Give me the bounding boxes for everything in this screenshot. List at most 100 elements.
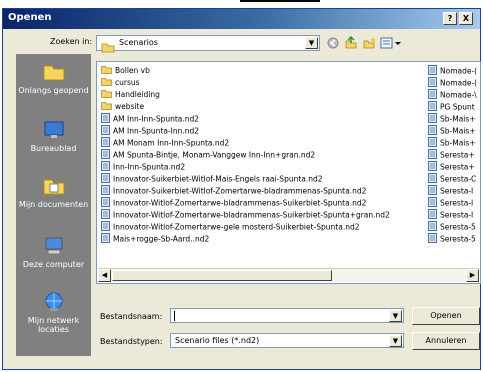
up-folder-icon[interactable] (344, 35, 358, 51)
file-name: Innovator-Witlof-Zomertarwe-gele mosterd… (113, 222, 360, 232)
file-row[interactable]: Seresta-5 (428, 233, 476, 244)
file-name: Innovator-Witlof-Zomertarwe-bladrammenas… (113, 198, 367, 208)
file-row[interactable]: Nomade-( (428, 77, 477, 88)
computer-icon (16, 236, 91, 258)
network-globe-icon (16, 292, 91, 314)
new-folder-icon[interactable] (362, 35, 376, 51)
file-row[interactable]: Seresta-I (428, 185, 473, 196)
place-computer-label: Deze computer (22, 260, 85, 269)
filetype-select[interactable]: Scenario files (*.nd2) ▼ (170, 333, 404, 348)
file-row[interactable]: Nomade-\ (428, 89, 477, 100)
file-name: Mais+rogge-Sb-Aard..nd2 (113, 234, 210, 244)
documents-folder-icon (16, 176, 91, 198)
folder-icon (101, 65, 112, 77)
file-name: Inn-Inn-Spunta.nd2 (113, 162, 186, 172)
file-row[interactable]: Seresta-C (428, 173, 476, 184)
file-name: Seresta+ (440, 162, 475, 172)
file-row[interactable]: Innovator-Suikerbiet-Witlof-Mais-Engels … (101, 173, 323, 184)
file-name: AM Monam Inn-Inn-Spunta.nd2 (113, 138, 230, 148)
lookin-value: Scenarios (119, 38, 158, 47)
file-row[interactable]: cursus (101, 77, 140, 88)
file-row[interactable]: Sb-Mais+ (428, 125, 476, 136)
file-row[interactable]: Seresta+ (428, 149, 475, 160)
scroll-right-icon[interactable]: ▶ (466, 269, 479, 282)
file-row[interactable]: website (101, 101, 144, 112)
file-name: AM Inn-Inn-Spunta.nd2 (113, 114, 200, 124)
file-row[interactable]: AM Inn-Inn-Spunta.nd2 (101, 113, 199, 124)
file-name: Sb-Mais+ (440, 138, 476, 148)
horizontal-scrollbar[interactable]: ◀ ▶ (98, 268, 479, 282)
file-name: Seresta-5 (440, 234, 476, 244)
file-name: Innovator-Suikerbiet-Witlof-Zomertarwe-b… (113, 186, 367, 196)
scroll-thumb[interactable] (112, 270, 332, 281)
file-icon (428, 233, 437, 246)
file-row[interactable]: Innovator-Witlof-Zomertarwe-bladrammenas… (101, 209, 390, 220)
cancel-button[interactable]: Annuleren (412, 332, 480, 350)
file-row[interactable]: PG Spunt (428, 101, 475, 112)
file-name: Innovator-Suikerbiet-Witlof-Mais-Engels … (113, 174, 323, 184)
place-network[interactable]: Mijn netwerk locaties (16, 292, 91, 334)
file-row[interactable]: Seresta-5 (428, 221, 476, 232)
place-recent[interactable]: Onlangs geopend (16, 62, 91, 95)
file-name: Seresta-C (440, 174, 477, 184)
open-dialog: Openen ? X Zoeken in: Scenarios ▼ Onlang… (2, 8, 481, 370)
help-button[interactable]: ? (443, 12, 457, 25)
file-row[interactable]: AM Inn-Spunta-Inn.nd2 (101, 125, 199, 136)
file-name: Nomade-\ (440, 90, 477, 100)
file-row[interactable]: Seresta-I (428, 197, 473, 208)
dialog-title: Openen (8, 12, 52, 23)
filetype-dropdown-icon[interactable]: ▼ (389, 335, 402, 347)
file-row[interactable]: Sb-Mais+ (428, 113, 476, 124)
open-button[interactable]: Openen (412, 307, 480, 325)
top-rule (240, 0, 320, 2)
file-icon (101, 233, 110, 246)
filename-label: Bestandsnaam: (100, 312, 163, 321)
file-row[interactable]: Seresta-I (428, 209, 473, 220)
file-row[interactable]: Handleiding (101, 89, 160, 100)
file-row[interactable]: Seresta+ (428, 161, 475, 172)
lookin-dropdown[interactable]: Scenarios ▼ (96, 35, 320, 53)
file-name: Innovator-Witlof-Zomertarwe-bladrammenas… (113, 210, 390, 220)
back-icon[interactable] (326, 35, 340, 51)
chevron-down-icon[interactable]: ▼ (305, 37, 318, 49)
place-network-label: Mijn netwerk locaties (27, 316, 80, 334)
file-row[interactable]: AM Spunta-Bintje, Monam-Vanggew Inn-Inn+… (101, 149, 315, 160)
place-computer[interactable]: Deze computer (16, 236, 91, 269)
place-desktop-label: Bureaublad (30, 144, 77, 153)
filetype-label: Bestandstypen: (100, 337, 163, 346)
file-row[interactable]: AM Monam Inn-Inn-Spunta.nd2 (101, 137, 229, 148)
place-documents-label: Mijn documenten (18, 200, 89, 209)
file-name: AM Spunta-Bintje, Monam-Vanggew Inn-Inn+… (113, 150, 316, 160)
file-name: website (115, 102, 145, 111)
recent-folder-icon (16, 62, 91, 84)
place-documents[interactable]: Mijn documenten (16, 176, 91, 209)
filename-dropdown-icon[interactable]: ▼ (389, 310, 402, 322)
file-name: Handleiding (115, 90, 160, 99)
file-row[interactable]: Innovator-Witlof-Zomertarwe-gele mosterd… (101, 221, 360, 232)
text-cursor (174, 311, 175, 321)
file-row[interactable]: Nomade-( (428, 65, 477, 76)
file-list[interactable]: Bollen vb cursus Handleiding website AM Inn-… (96, 61, 481, 284)
file-name: AM Inn-Spunta-Inn.nd2 (113, 126, 200, 136)
place-recent-label: Onlangs geopend (18, 86, 89, 95)
file-row[interactable]: Bollen vb (101, 65, 150, 76)
view-menu-icon[interactable] (380, 35, 402, 51)
file-row[interactable]: Sb-Mais+ (428, 137, 476, 148)
file-row[interactable]: Mais+rogge-Sb-Aard..nd2 (101, 233, 209, 244)
title-bar: Openen ? X (3, 9, 480, 29)
file-name: Seresta-I (440, 210, 474, 220)
file-name: Bollen vb (115, 66, 150, 75)
scroll-left-icon[interactable]: ◀ (98, 269, 111, 282)
file-row[interactable]: Innovator-Suikerbiet-Witlof-Zomertarwe-b… (101, 185, 366, 196)
file-name: Sb-Mais+ (440, 114, 476, 124)
file-row[interactable]: Innovator-Witlof-Zomertarwe-bladrammenas… (101, 197, 366, 208)
desktop-icon (16, 120, 91, 142)
file-name: Sb-Mais+ (440, 126, 476, 136)
close-button[interactable]: X (459, 12, 473, 25)
file-row[interactable]: Inn-Inn-Spunta.nd2 (101, 161, 185, 172)
file-name: Seresta+ (440, 150, 475, 160)
lookin-label: Zoeken in: (50, 37, 93, 46)
folder-icon (101, 89, 112, 101)
filename-input[interactable]: ▼ (170, 308, 404, 323)
place-desktop[interactable]: Bureaublad (16, 120, 91, 153)
